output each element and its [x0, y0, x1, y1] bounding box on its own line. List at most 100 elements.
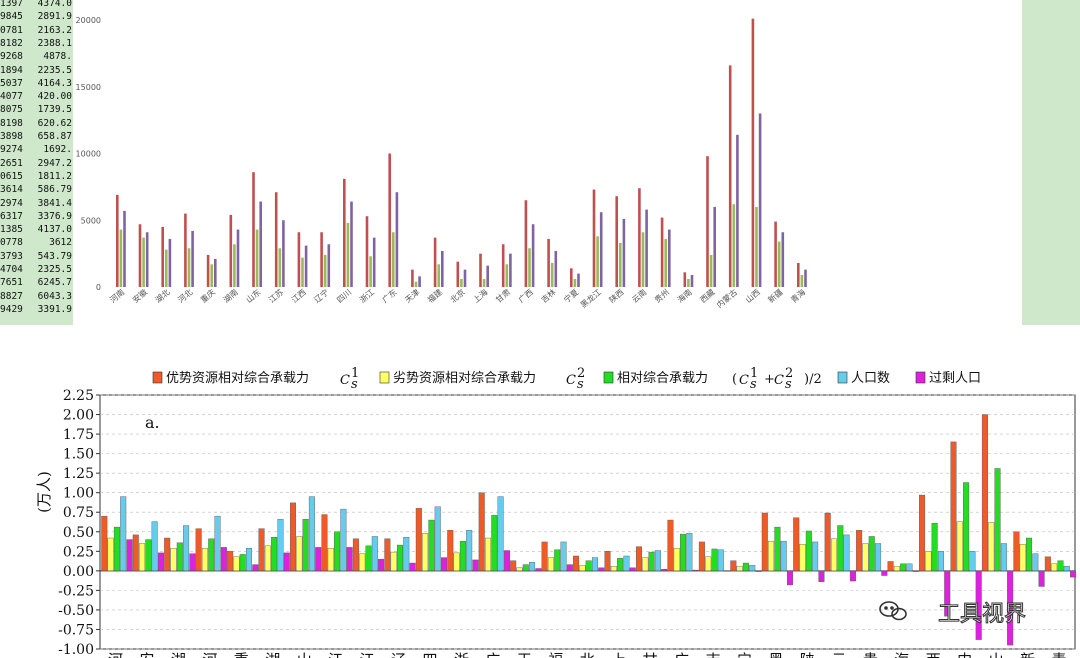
- legend-swatch: [837, 371, 848, 384]
- bar: [210, 264, 213, 287]
- bar: [856, 530, 863, 572]
- bar: [969, 551, 976, 572]
- bar: [579, 565, 586, 572]
- bar: [713, 206, 716, 287]
- bar: [433, 237, 437, 287]
- bar: [346, 222, 350, 287]
- x-tick-label: 宁夏: [562, 287, 581, 305]
- bar: [804, 269, 807, 287]
- bar: [434, 506, 441, 572]
- bar: [236, 229, 240, 287]
- bar: [617, 558, 624, 572]
- bar: [988, 522, 995, 572]
- bar: [396, 544, 403, 572]
- legend-math: C: [340, 373, 350, 388]
- bar: [717, 549, 724, 572]
- bar: [931, 522, 938, 572]
- bar: [887, 561, 894, 572]
- bar: [570, 268, 573, 287]
- bar: [881, 570, 888, 576]
- bar: [1025, 537, 1032, 572]
- bar: [453, 552, 460, 572]
- x-tick-label: 安: [139, 651, 154, 658]
- bar: [264, 545, 271, 572]
- bar: [126, 539, 133, 572]
- bar: [170, 547, 177, 572]
- bar: [296, 536, 303, 572]
- x-tick-label: 上: [611, 651, 626, 658]
- bar: [229, 214, 233, 287]
- x-tick-label: 青海: [789, 287, 808, 305]
- bar: [629, 567, 636, 572]
- bar: [554, 250, 558, 287]
- bar: [524, 200, 528, 287]
- legend-swatch: [915, 371, 926, 384]
- bar: [541, 541, 548, 572]
- x-tick-label: 内: [957, 651, 972, 658]
- bar: [227, 551, 234, 572]
- x-tick-label: 内蒙古: [714, 287, 739, 310]
- bar: [107, 537, 114, 572]
- y-axis-label: (万人): [35, 471, 53, 513]
- bar: [189, 553, 196, 572]
- x-tick-label: 广西: [516, 287, 535, 305]
- bar: [937, 551, 944, 572]
- bar: [709, 254, 713, 287]
- bar: [906, 563, 913, 572]
- bar: [560, 541, 567, 572]
- bar: [547, 238, 550, 287]
- bar: [302, 519, 309, 572]
- number-cell-a: 9845: [0, 11, 23, 23]
- bar: [648, 551, 655, 572]
- bar: [278, 248, 282, 287]
- number-cell-b: 543.79: [37, 250, 72, 262]
- number-cell-a: 2974: [0, 197, 23, 209]
- number-cell-b: 6043.3: [37, 290, 72, 302]
- number-cell-a: 9429: [0, 303, 23, 315]
- x-tick-label: 贵州: [652, 287, 671, 305]
- bar: [392, 232, 395, 287]
- bar: [692, 569, 699, 572]
- bar: [372, 237, 376, 287]
- x-tick-label: 甘肃: [494, 287, 513, 305]
- bar: [642, 557, 649, 572]
- bar: [522, 564, 529, 572]
- number-cell-b: 6245.7: [37, 277, 72, 289]
- y-tick-label: -0.75: [58, 622, 94, 638]
- bar: [168, 238, 172, 287]
- bar: [491, 515, 498, 572]
- x-tick-label: 黑: [768, 651, 783, 658]
- bar: [334, 531, 341, 572]
- bar: [510, 560, 517, 572]
- bar: [346, 547, 353, 572]
- x-tick-label: 河南: [108, 287, 127, 305]
- x-tick-label: 安徽: [130, 287, 149, 305]
- bar: [157, 552, 164, 572]
- bar: [573, 278, 577, 287]
- bar: [547, 557, 554, 572]
- bar: [422, 533, 429, 572]
- bar: [591, 557, 598, 572]
- bar: [365, 545, 372, 572]
- x-tick-label: 青: [1052, 651, 1067, 658]
- x-tick-label: 广东: [380, 287, 399, 305]
- bar: [151, 521, 158, 572]
- x-tick-label: 湖南: [221, 287, 240, 305]
- bar: [304, 245, 308, 287]
- bar: [447, 530, 454, 572]
- number-cell-b: 2235.5: [37, 64, 72, 76]
- bar: [214, 515, 221, 572]
- bar: [191, 230, 194, 287]
- x-tick-label: 河: [202, 651, 217, 658]
- x-tick-label: 山东: [244, 287, 263, 305]
- x-tick-label: 吉: [706, 651, 721, 658]
- x-tick-label: 海: [894, 651, 909, 658]
- number-cell-a: 4077: [0, 91, 23, 103]
- bar: [460, 278, 463, 287]
- x-tick-label: 辽: [391, 651, 406, 658]
- bar: [340, 508, 347, 572]
- bar: [1063, 565, 1070, 572]
- y-tick-label: 1.00: [63, 486, 94, 502]
- bar: [535, 568, 542, 572]
- bar: [742, 562, 749, 572]
